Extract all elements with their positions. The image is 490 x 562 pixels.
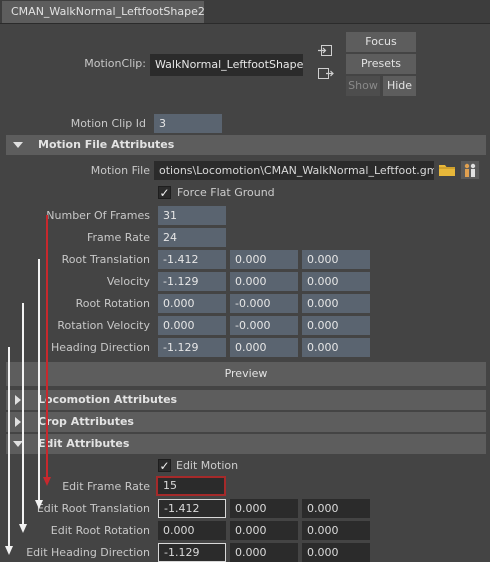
motionclip-name-field[interactable]: WalkNormal_LeftfootShape2 <box>150 54 303 76</box>
folder-icon[interactable] <box>438 161 456 179</box>
edit-root-rotation-x-field[interactable]: 0.000 <box>158 521 226 540</box>
edit-root-rotation-y-field[interactable]: 0.000 <box>230 521 298 540</box>
expand-triangle-icon <box>13 441 23 447</box>
edit-motion-checkbox[interactable]: ✓ <box>158 459 171 472</box>
section-title: Motion File Attributes <box>38 138 175 151</box>
focus-button[interactable]: Focus <box>346 32 416 52</box>
frame-rate-label: Frame Rate <box>87 231 150 244</box>
root-rotation-x-field[interactable]: 0.000 <box>158 294 226 313</box>
edit-heading-direction-label: Edit Heading Direction <box>26 546 150 559</box>
velocity-x-field[interactable]: -1.129 <box>158 272 226 291</box>
heading-direction-x-field[interactable]: -1.129 <box>158 338 226 357</box>
edit-root-rotation-z-field[interactable]: 0.000 <box>302 521 370 540</box>
hide-button[interactable]: Hide <box>383 76 416 96</box>
collapse-triangle-icon <box>15 417 21 427</box>
output-connection-icon[interactable] <box>318 67 334 80</box>
motion-clip-id-field[interactable]: 3 <box>154 114 222 133</box>
edit-heading-direction-y-field[interactable]: 0.000 <box>230 543 298 562</box>
edit-heading-direction-z-field[interactable]: 0.000 <box>302 543 370 562</box>
root-rotation-y-field[interactable]: -0.000 <box>230 294 298 313</box>
motion-file-label: Motion File <box>90 164 150 177</box>
tab-bar: CMAN_WalkNormal_LeftfootShape2 <box>0 0 490 24</box>
number-of-frames-label: Number Of Frames <box>46 209 150 222</box>
root-translation-label: Root Translation <box>61 253 150 266</box>
section-edit-attributes[interactable]: Edit Attributes <box>6 434 486 454</box>
edit-frame-rate-label: Edit Frame Rate <box>62 480 150 493</box>
heading-direction-label: Heading Direction <box>51 341 150 354</box>
heading-direction-z-field[interactable]: 0.000 <box>302 338 370 357</box>
show-button[interactable]: Show <box>346 76 380 96</box>
edit-root-translation-z-field[interactable]: 0.000 <box>302 499 370 518</box>
rotation-velocity-x-field[interactable]: 0.000 <box>158 316 226 335</box>
root-translation-z-field[interactable]: 0.000 <box>302 250 370 269</box>
section-crop-attributes[interactable]: Crop Attributes <box>6 412 486 432</box>
velocity-z-field[interactable]: 0.000 <box>302 272 370 291</box>
presets-button[interactable]: Presets <box>346 54 416 74</box>
section-title: Locomotion Attributes <box>38 393 178 406</box>
root-translation-x-field[interactable]: -1.412 <box>158 250 226 269</box>
section-title: Edit Attributes <box>38 437 130 450</box>
heading-direction-y-field[interactable]: 0.000 <box>230 338 298 357</box>
section-motion-file-attributes[interactable]: Motion File Attributes <box>6 135 486 155</box>
edit-root-translation-y-field[interactable]: 0.000 <box>230 499 298 518</box>
root-rotation-label: Root Rotation <box>75 297 150 310</box>
frame-rate-field[interactable]: 24 <box>158 228 226 247</box>
velocity-label: Velocity <box>106 275 150 288</box>
rotation-velocity-label: Rotation Velocity <box>57 319 150 332</box>
expand-triangle-icon <box>13 142 23 148</box>
edit-root-rotation-label: Edit Root Rotation <box>50 524 150 537</box>
edit-motion-label: Edit Motion <box>176 459 239 472</box>
force-flat-ground-label: Force Flat Ground <box>177 186 275 199</box>
edit-frame-rate-field[interactable]: 15 <box>156 476 226 496</box>
motionclip-label: MotionClip: <box>84 57 146 70</box>
motion-clip-id-label: Motion Clip Id <box>70 117 146 130</box>
force-flat-ground-checkbox[interactable]: ✓ <box>158 186 171 199</box>
root-translation-y-field[interactable]: 0.000 <box>230 250 298 269</box>
motion-file-path-field[interactable]: otions\Locomotion\CMAN_WalkNormal_Leftfo… <box>154 161 434 180</box>
edit-root-translation-label: Edit Root Translation <box>36 502 150 515</box>
edit-root-translation-x-field[interactable]: -1.412 <box>158 499 226 518</box>
input-connection-icon[interactable] <box>318 44 334 57</box>
tab-motionclip-shape[interactable]: CMAN_WalkNormal_LeftfootShape2 <box>2 1 205 23</box>
preview-button[interactable]: Preview <box>6 362 486 386</box>
velocity-y-field[interactable]: 0.000 <box>230 272 298 291</box>
reference-icon[interactable] <box>461 161 479 179</box>
rotation-velocity-y-field[interactable]: -0.000 <box>230 316 298 335</box>
edit-heading-direction-x-field[interactable]: -1.129 <box>158 543 226 562</box>
collapse-triangle-icon <box>15 395 21 405</box>
root-rotation-z-field[interactable]: 0.000 <box>302 294 370 313</box>
section-title: Crop Attributes <box>38 415 134 428</box>
number-of-frames-field[interactable]: 31 <box>158 206 226 225</box>
section-locomotion-attributes[interactable]: Locomotion Attributes <box>6 390 486 410</box>
rotation-velocity-z-field[interactable]: 0.000 <box>302 316 370 335</box>
